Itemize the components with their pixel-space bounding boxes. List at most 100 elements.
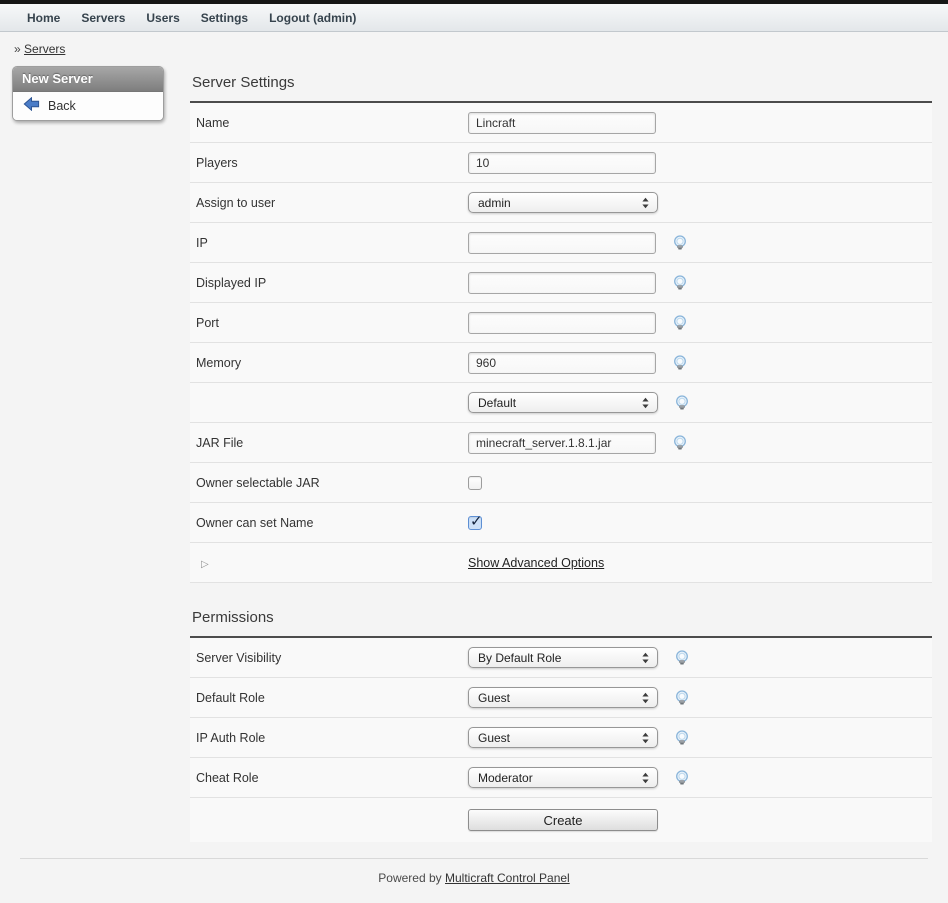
help-lightbulb-icon[interactable] [672,235,688,251]
field-control [468,352,656,374]
nav-item-logout-admin[interactable]: Logout (admin) [269,11,356,25]
help-lightbulb-icon[interactable] [674,770,690,786]
ip-input[interactable] [468,232,656,254]
show-advanced-options-link[interactable]: Show Advanced Options [468,556,604,570]
help-lightbulb-icon[interactable] [672,435,688,451]
main-nav: Home Servers Users Settings Logout (admin) [0,4,948,32]
select-stepper-arrows-icon [641,772,650,784]
players-input[interactable] [468,152,656,174]
field-control: By Default Role [468,647,658,668]
field-control [468,232,656,254]
footer-text: Powered by [378,871,441,885]
field-control: Moderator [468,767,658,788]
form-row: ▷ Show Advanced Options [190,543,932,583]
field-label: Default Role [196,691,468,705]
cheat-role-select[interactable]: Moderator [468,767,658,788]
form-row: IP [190,223,932,263]
form-row: Owner selectable JAR [190,463,932,503]
help-lightbulb-icon[interactable] [672,315,688,331]
field-label: Assign to user [196,196,468,210]
field-control [468,516,482,530]
section-title: Server Settings [190,64,932,101]
form-row: Default [190,383,932,423]
default-role-select[interactable]: Guest [468,687,658,708]
help-lightbulb-icon[interactable] [674,650,690,666]
form-row: Server Visibility By Default Role [190,638,932,678]
select-value: Guest [478,731,510,745]
select-value: Default [478,396,516,410]
name-input[interactable] [468,112,656,134]
field-label: JAR File [196,436,468,450]
nav-item-home[interactable]: Home [27,11,60,25]
nav-item-settings[interactable]: Settings [201,11,248,25]
field-control: Guest [468,727,658,748]
nav-item-users[interactable]: Users [146,11,179,25]
field-control: Default [468,392,658,413]
field-label: Owner can set Name [196,516,468,530]
field-label: Owner selectable JAR [196,476,468,490]
form-row: Cheat Role Moderator [190,758,932,798]
footer-link-multicraft[interactable]: Multicraft Control Panel [445,871,570,885]
help-lightbulb-icon[interactable] [674,730,690,746]
field-label: Server Visibility [196,651,468,665]
back-label: Back [48,99,76,113]
assign-to-user-select[interactable]: admin [468,192,658,213]
memory-input[interactable] [468,352,656,374]
default-select[interactable]: Default [468,392,658,413]
sidebar-title: New Server [13,67,163,92]
main-content: Server Settings NamePlayersAssign to use… [190,56,932,842]
displayed-ip-input[interactable] [468,272,656,294]
field-label: IP [196,236,468,250]
port-input[interactable] [468,312,656,334]
sidebar: New Server Back [12,66,164,121]
nav-item-servers[interactable]: Servers [81,11,125,25]
create-row: Create [190,798,932,842]
permissions-rows: Server Visibility By Default Role Default … [190,638,932,798]
select-value: Moderator [478,771,533,785]
help-lightbulb-icon[interactable] [674,395,690,411]
field-control [468,312,656,334]
field-control: admin [468,192,658,213]
help-lightbulb-icon[interactable] [672,355,688,371]
field-label: Cheat Role [196,771,468,785]
form-row: Owner can set Name [190,503,932,543]
select-value: Guest [478,691,510,705]
form-row: IP Auth RoleGuest [190,718,932,758]
form-row: Memory [190,343,932,383]
field-label: Displayed IP [196,276,468,290]
form-row: Default Role Guest [190,678,932,718]
form-row: Displayed IP [190,263,932,303]
owner-can-set-name-checkbox[interactable] [468,516,482,530]
field-label: ▷ [196,556,468,570]
field-control [468,476,482,490]
breadcrumb-link-servers[interactable]: Servers [24,42,65,56]
breadcrumb-separator: » [14,42,21,56]
jar-file-input[interactable] [468,432,656,454]
form-row: Port [190,303,932,343]
section-header: Permissions [190,599,932,638]
help-lightbulb-icon[interactable] [674,690,690,706]
footer: Powered by Multicraft Control Panel [20,858,928,885]
help-lightbulb-icon[interactable] [672,275,688,291]
owner-selectable-jar-checkbox[interactable] [468,476,482,490]
form-row: Name [190,103,932,143]
server-visibility-select[interactable]: By Default Role [468,647,658,668]
select-value: By Default Role [478,651,561,665]
ip-auth-role-select[interactable]: Guest [468,727,658,748]
back-button[interactable]: Back [13,92,163,120]
select-stepper-arrows-icon [641,197,650,209]
field-control [468,112,656,134]
select-stepper-arrows-icon [641,652,650,664]
breadcrumb: » Servers [14,42,948,56]
select-stepper-arrows-icon [641,732,650,744]
field-control [468,432,656,454]
field-label: Port [196,316,468,330]
select-stepper-arrows-icon [641,692,650,704]
server-settings-rows: NamePlayersAssign to useradminIPDisplaye… [190,103,932,583]
section-header: Server Settings [190,64,932,103]
field-control [468,272,656,294]
field-label: Memory [196,356,468,370]
disclosure-triangle-icon[interactable]: ▷ [196,559,209,570]
create-button[interactable]: Create [468,809,658,831]
back-arrow-icon [23,97,40,114]
